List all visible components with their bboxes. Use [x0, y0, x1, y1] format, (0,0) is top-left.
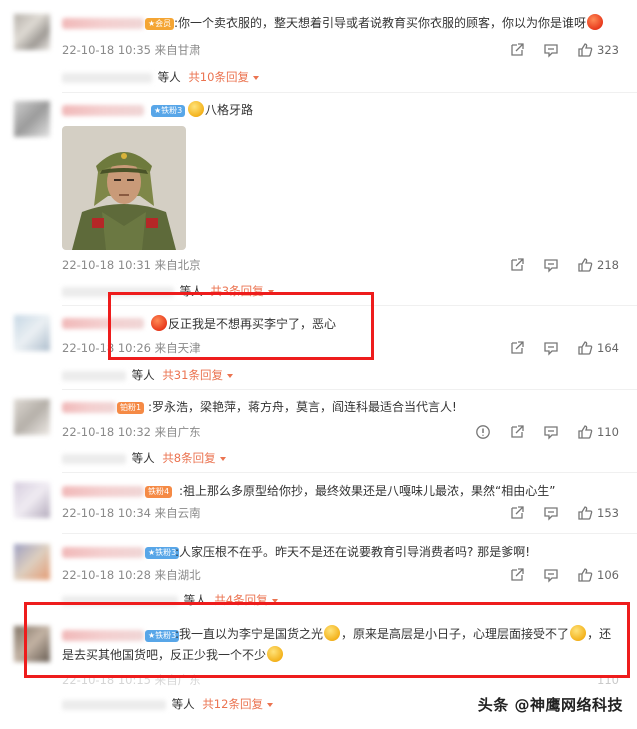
like-icon[interactable]: [577, 42, 593, 58]
comment-text: :罗永浩，梁艳萍，蒋方舟，莫言，阎连科最适合当代言人!: [148, 400, 457, 414]
comment-text: :人家压根不在乎。昨天不是还在说要教育引导消费者吗? 那是爹啊!: [175, 545, 531, 559]
caret-down-icon: [219, 456, 226, 461]
watermark: 头条 @神鹰网络科技: [477, 696, 623, 714]
thinking-emoji-icon: [188, 101, 204, 117]
like-count: 110: [597, 425, 619, 439]
divider: [62, 533, 637, 534]
username-blurred[interactable]: [62, 105, 144, 116]
fan-badge: 铂粉1: [117, 402, 145, 414]
comment-actions: 323: [491, 42, 619, 58]
comment-text: 八格牙路: [187, 100, 253, 120]
comment-icon[interactable]: [543, 257, 559, 273]
username-blurred[interactable]: [62, 547, 144, 558]
avatar[interactable]: [14, 482, 50, 518]
like-count: 164: [597, 341, 619, 355]
comment-actions: 164: [491, 340, 619, 356]
reply-summary[interactable]: 等人 共10条回复: [62, 69, 259, 85]
reply-summary[interactable]: 等人 共12条回复: [62, 696, 273, 712]
comment-icon[interactable]: [543, 505, 559, 521]
avatar[interactable]: [14, 101, 50, 137]
comment-icon[interactable]: [543, 42, 559, 58]
caret-down-icon: [266, 702, 273, 707]
comment-actions: 110: [457, 424, 619, 440]
comment-actions: 153: [491, 505, 619, 521]
comment-icon[interactable]: [543, 340, 559, 356]
comment-text: :你一个卖衣服的，整天想着引导或者说教育买你衣服的顾客，你以为你是谁呀: [174, 13, 604, 33]
divider: [62, 389, 637, 390]
highlight-box: [108, 292, 374, 360]
fan-badge: ★铁粉3: [151, 105, 186, 117]
share-icon[interactable]: [509, 567, 525, 583]
username-blurred[interactable]: [62, 402, 116, 413]
highlight-box: [24, 602, 630, 678]
comment-actions: 106: [491, 567, 619, 583]
share-icon[interactable]: [509, 505, 525, 521]
caret-down-icon: [252, 75, 259, 80]
report-icon[interactable]: [475, 424, 491, 440]
avatar[interactable]: [14, 399, 50, 435]
share-icon[interactable]: [509, 257, 525, 273]
like-icon[interactable]: [577, 505, 593, 521]
like-count: 218: [597, 258, 619, 272]
username-blurred[interactable]: [62, 18, 144, 29]
like-count: 323: [597, 43, 619, 57]
divider: [62, 92, 637, 93]
username-blurred[interactable]: [62, 486, 144, 497]
avatar[interactable]: [14, 544, 50, 580]
comment-meta: 22-10-18 10:28 来自湖北: [62, 568, 201, 582]
share-icon[interactable]: [509, 42, 525, 58]
reply-summary[interactable]: 等人 共8条回复: [62, 450, 226, 466]
view-replies-link[interactable]: 共8条回复: [162, 451, 215, 465]
share-icon[interactable]: [509, 424, 525, 440]
like-count: 106: [597, 568, 619, 582]
caret-down-icon: [226, 373, 233, 378]
comment-icon[interactable]: [543, 567, 559, 583]
comment-meta: 22-10-18 10:32 来自广东: [62, 425, 201, 439]
like-count: 153: [597, 506, 619, 520]
like-icon[interactable]: [577, 424, 593, 440]
like-icon[interactable]: [577, 567, 593, 583]
comment-meta: 22-10-18 10:35 来自甘肃: [62, 43, 201, 57]
fan-badge: 铁粉4: [145, 486, 173, 498]
attached-image[interactable]: [62, 126, 186, 250]
angry-emoji-icon: [587, 14, 604, 30]
view-replies-link[interactable]: 共31条回复: [162, 368, 223, 382]
comment-icon[interactable]: [543, 424, 559, 440]
view-replies-link[interactable]: 共10条回复: [188, 70, 249, 84]
avatar[interactable]: [14, 14, 50, 50]
comment-actions: 218: [491, 257, 619, 273]
share-icon[interactable]: [509, 340, 525, 356]
divider: [62, 472, 637, 473]
comment-meta: 22-10-18 10:31 来自北京: [62, 258, 201, 272]
view-replies-link[interactable]: 共12条回复: [202, 697, 263, 711]
like-icon[interactable]: [577, 340, 593, 356]
comment-meta: 22-10-18 10:34 来自云南: [62, 506, 201, 520]
reply-summary[interactable]: 等人 共31条回复: [62, 367, 233, 383]
fan-badge: ★会员: [145, 18, 175, 30]
comment-text: :祖上那么多原型给你抄，最终效果还是八嘎味儿最浓，果然“相由心生”: [179, 484, 556, 498]
like-icon[interactable]: [577, 257, 593, 273]
avatar[interactable]: [14, 315, 50, 351]
